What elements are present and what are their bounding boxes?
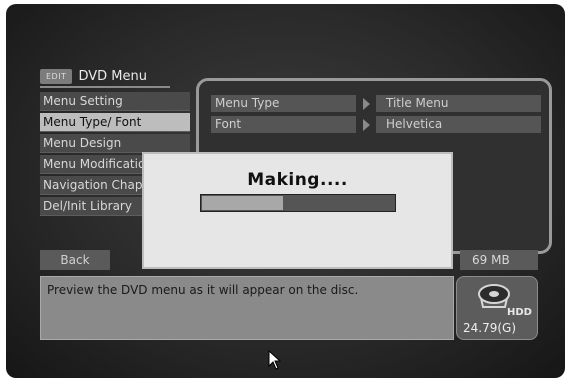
setting-value[interactable]: Title Menu	[376, 95, 541, 112]
setting-row-font[interactable]: Font Helvetica	[211, 116, 541, 133]
sidebar-item-menu-design[interactable]: Menu Design	[40, 134, 190, 153]
hdd-capacity: 24.79(G)	[463, 321, 517, 335]
setting-row-menu-type[interactable]: Menu Type Title Menu	[211, 95, 541, 112]
setting-label: Font	[211, 116, 356, 133]
sidebar-item-menu-setting[interactable]: Menu Setting	[40, 92, 190, 111]
setting-label: Menu Type	[211, 95, 356, 112]
hdd-icon	[478, 284, 510, 308]
dialog-title: Making....	[247, 170, 348, 190]
progress-bar	[200, 194, 396, 212]
setting-value[interactable]: Helvetica	[376, 116, 541, 133]
hdd-status: HDD 24.79(G)	[456, 276, 538, 340]
sidebar-item-menu-type-font[interactable]: Menu Type/ Font	[40, 113, 190, 132]
mouse-cursor-icon	[268, 350, 282, 370]
hdd-label: HDD	[507, 307, 532, 318]
menu-header: EDIT DVD Menu	[40, 66, 147, 86]
header-divider	[40, 86, 170, 88]
description-box: Preview the DVD menu as it will appear o…	[40, 276, 454, 340]
size-readout: 69 MB	[460, 250, 538, 270]
arrow-right-icon	[363, 98, 370, 110]
tv-screen: EDIT DVD Menu Menu Setting Menu Type/ Fo…	[6, 4, 565, 378]
back-button[interactable]: Back	[40, 250, 110, 270]
edit-badge: EDIT	[40, 68, 73, 84]
page-title: DVD Menu	[78, 68, 147, 84]
progress-fill	[202, 196, 283, 210]
arrow-right-icon	[363, 119, 370, 131]
making-dialog: Making....	[142, 152, 453, 269]
description-text: Preview the DVD menu as it will appear o…	[47, 283, 359, 297]
